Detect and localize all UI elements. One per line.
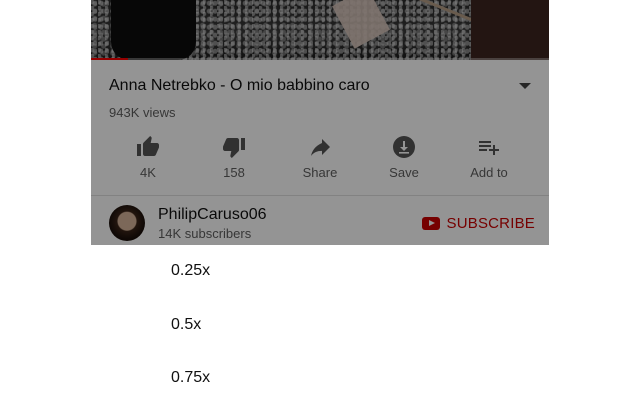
speed-option-0-75x[interactable]: 0.75x <box>171 369 210 387</box>
playback-speed-menu: 0.25x 0.5x 0.75x <box>91 245 549 420</box>
speed-option-0-25x[interactable]: 0.25x <box>171 262 210 280</box>
speed-option-0-5x[interactable]: 0.5x <box>171 316 201 334</box>
dim-overlay[interactable] <box>91 0 549 245</box>
video-page: Anna Netrebko - O mio babbino caro 943K … <box>91 0 549 245</box>
